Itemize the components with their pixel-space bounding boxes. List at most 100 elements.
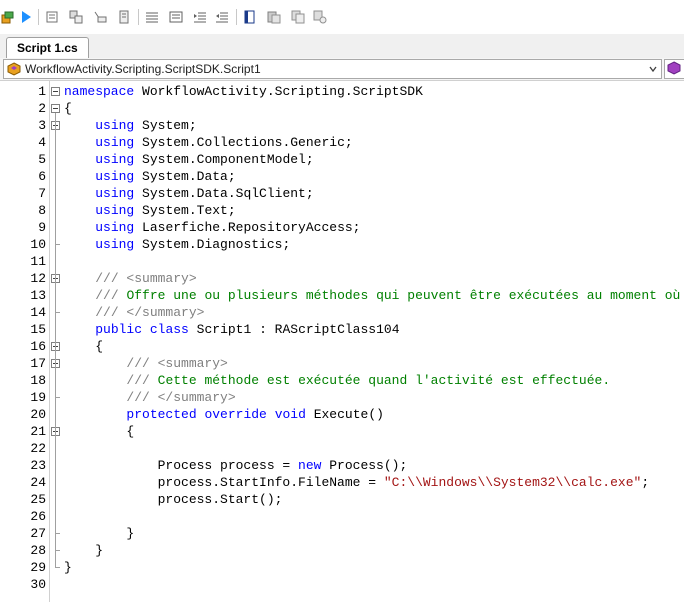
code-text: } xyxy=(64,542,103,559)
code-token: { xyxy=(64,424,135,439)
outdent-icon[interactable] xyxy=(214,9,230,25)
code-line: 15 public class Script1 : RAScriptClass1… xyxy=(0,321,684,338)
code-line: 19 /// </summary> xyxy=(0,389,684,406)
uncomment-icon[interactable] xyxy=(168,9,184,25)
line-number: 10 xyxy=(30,237,46,252)
code-token: System.ComponentModel; xyxy=(134,152,314,167)
code-text: /// Cette méthode est exécutée quand l'a… xyxy=(64,372,610,389)
code-token: public xyxy=(95,322,143,337)
code-token: /// xyxy=(95,288,127,303)
code-token: /// <summary> xyxy=(95,271,197,286)
code-line: 11 xyxy=(0,253,684,270)
indent-icon[interactable] xyxy=(192,9,208,25)
copy-page-icon[interactable] xyxy=(242,9,258,25)
code-text: process.Start(); xyxy=(64,491,283,508)
paste-icon[interactable] xyxy=(266,9,282,25)
line-number: 13 xyxy=(30,288,46,303)
code-line: 29} xyxy=(0,559,684,576)
code-token: process.StartInfo.FileName = xyxy=(64,475,384,490)
line-number: 25 xyxy=(30,492,46,507)
code-token: process.Start(); xyxy=(64,492,283,507)
code-token: Cette méthode est exécutée quand l'activ… xyxy=(157,373,611,388)
line-number: 6 xyxy=(38,169,46,184)
code-editor[interactable]: 1 namespace WorkflowActivity.Scripting.Sc… xyxy=(0,80,684,602)
code-line: 27 } xyxy=(0,525,684,542)
code-token: Process(); xyxy=(321,458,408,473)
code-text: using System; xyxy=(64,117,196,134)
member-icon xyxy=(667,61,681,80)
line-number: 9 xyxy=(38,220,46,235)
line-number: 14 xyxy=(30,305,46,320)
code-text: using System.Text; xyxy=(64,202,235,219)
code-token: /// <summary> xyxy=(126,356,228,371)
project-icon[interactable] xyxy=(116,9,132,25)
code-token: using xyxy=(95,118,135,133)
code-token: Script1 : RAScriptClass104 xyxy=(188,322,400,337)
code-token: } xyxy=(64,543,104,558)
code-line: 7 using System.Data.SqlClient; xyxy=(0,185,684,202)
comment-icon[interactable] xyxy=(144,9,160,25)
line-number: 23 xyxy=(30,458,46,473)
run-icon[interactable] xyxy=(18,9,34,25)
code-token: WorkflowActivity.Scripting.ScriptSDK xyxy=(134,84,423,99)
code-token: "C:\\Windows\\System32\\calc.exe" xyxy=(383,475,642,490)
insert-reference-icon[interactable] xyxy=(44,9,60,25)
code-line: 2{ xyxy=(0,100,684,117)
class-dropdown-value: WorkflowActivity.Scripting.ScriptSDK.Scr… xyxy=(25,62,261,76)
document-tab-strip: Script 1.cs xyxy=(0,34,684,59)
line-number: 1 xyxy=(38,84,46,99)
code-token: override xyxy=(204,407,267,422)
code-token: { xyxy=(64,339,104,354)
code-line: 6 using System.Data; xyxy=(0,168,684,185)
tab-script1-cs[interactable]: Script 1.cs xyxy=(6,37,89,59)
code-token: System.Diagnostics; xyxy=(134,237,291,252)
code-text: using System.Data; xyxy=(64,168,236,185)
code-text: { xyxy=(64,423,134,440)
code-line: 4 using System.Collections.Generic; xyxy=(0,134,684,151)
code-token: ; xyxy=(641,475,650,490)
build-icon[interactable] xyxy=(0,9,16,25)
remove-reference-icon[interactable] xyxy=(92,9,108,25)
code-token: /// </summary> xyxy=(95,305,205,320)
code-text: using System.Data.SqlClient; xyxy=(64,185,313,202)
code-line: 12 /// <summary> xyxy=(0,270,684,287)
code-token: using xyxy=(95,152,135,167)
code-text: } xyxy=(64,559,72,576)
code-line: 9 using Laserfiche.RepositoryAccess; xyxy=(0,219,684,236)
line-number: 11 xyxy=(30,254,46,269)
code-line: 17 /// <summary> xyxy=(0,355,684,372)
code-token: using xyxy=(95,186,135,201)
chevron-down-icon[interactable] xyxy=(645,60,661,78)
class-dropdown[interactable]: WorkflowActivity.Scripting.ScriptSDK.Scr… xyxy=(3,59,662,79)
line-number: 8 xyxy=(38,203,46,218)
code-line: 5 using System.ComponentModel; xyxy=(0,151,684,168)
code-text: /// <summary> xyxy=(64,270,197,287)
code-token: System.Data; xyxy=(134,169,236,184)
code-line: 10 using System.Diagnostics; xyxy=(0,236,684,253)
code-text: { xyxy=(64,100,72,117)
code-token: } xyxy=(64,560,72,575)
code-token: { xyxy=(64,101,72,116)
settings-icon[interactable] xyxy=(312,9,328,25)
toolbar-separator xyxy=(38,9,39,25)
code-text: /// Offre une ou plusieurs méthodes qui … xyxy=(64,287,680,304)
code-token: Execute() xyxy=(305,407,384,422)
code-token: protected xyxy=(126,407,197,422)
line-number: 28 xyxy=(30,543,46,558)
add-reference-icon[interactable] xyxy=(68,9,84,25)
member-dropdown[interactable] xyxy=(664,59,684,79)
code-token: using xyxy=(95,237,135,252)
line-number: 2 xyxy=(38,101,46,116)
navigation-bar: WorkflowActivity.Scripting.ScriptSDK.Scr… xyxy=(0,58,684,80)
duplicate-icon[interactable] xyxy=(290,9,306,25)
code-text: using System.Collections.Generic; xyxy=(64,134,352,151)
